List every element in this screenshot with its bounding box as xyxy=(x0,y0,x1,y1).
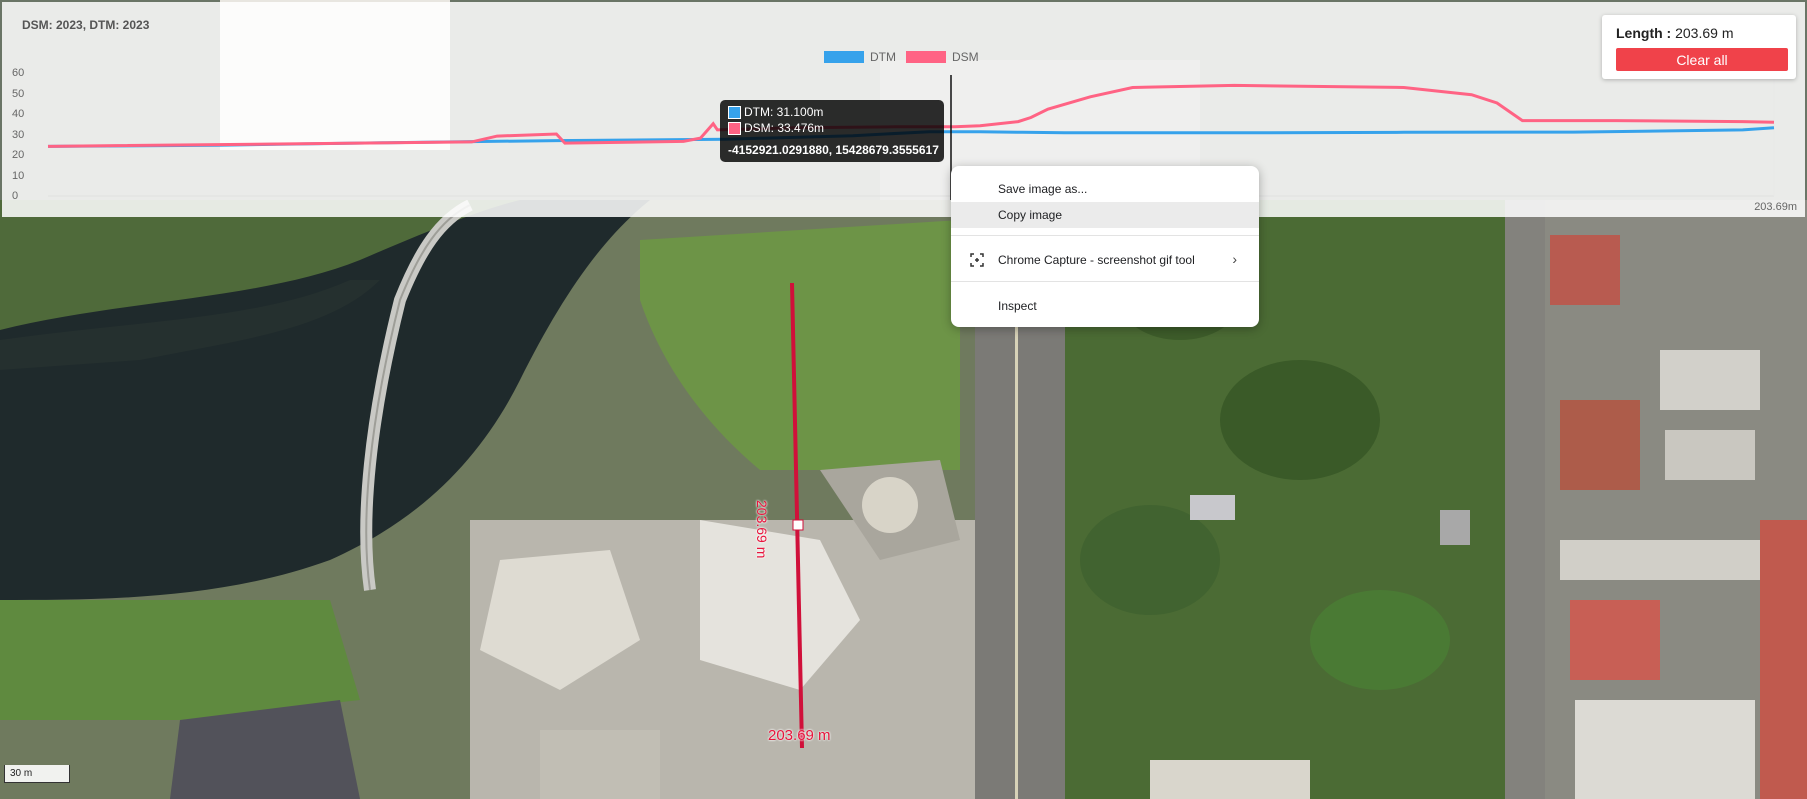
menu-separator xyxy=(951,281,1259,282)
tooltip-dsm-value: DSM: 33.476m xyxy=(744,121,825,135)
chevron-right-icon: › xyxy=(1232,251,1237,267)
menu-item-chrome-capture[interactable]: Chrome Capture - screenshot gif tool › xyxy=(951,247,1259,273)
menu-item-copy-image-label: Copy image xyxy=(998,208,1063,222)
tooltip-dsm-swatch xyxy=(728,121,741,135)
menu-item-inspect-label: Inspect xyxy=(998,299,1037,313)
length-panel: Length : 203.69 m Clear all xyxy=(1602,15,1796,79)
scale-bar-label: 30 m xyxy=(10,768,33,779)
menu-item-save-image-label: Save image as... xyxy=(998,182,1088,196)
length-readout: Length : 203.69 m xyxy=(1616,25,1733,41)
tooltip-dtm-swatch xyxy=(728,105,741,119)
menu-item-save-image[interactable]: Save image as... xyxy=(951,176,1259,202)
capture-extension-icon xyxy=(970,253,984,267)
scale-bar: 30 m xyxy=(4,765,70,783)
clear-all-button[interactable]: Clear all xyxy=(1616,48,1788,71)
measure-line-label: 203.69 m xyxy=(768,727,831,744)
length-value: 203.69 m xyxy=(1675,25,1734,41)
measure-segment-label: 203.69 m xyxy=(754,500,770,559)
tooltip-dtm-value: DTM: 31.100m xyxy=(744,105,824,119)
chart-tooltip: DTM: 31.100m DSM: 33.476m -4152921.02918… xyxy=(720,100,944,162)
tooltip-coordinates: -4152921.0291880, 15428679.3555617 xyxy=(728,143,939,157)
menu-item-inspect[interactable]: Inspect xyxy=(951,293,1259,319)
tooltip-dtm-row: DTM: 31.100m xyxy=(728,105,823,119)
tooltip-dsm-row: DSM: 33.476m xyxy=(728,121,824,135)
context-menu: Save image as... Copy image Chrome Captu… xyxy=(951,166,1259,327)
length-label: Length : xyxy=(1616,25,1672,41)
menu-separator xyxy=(951,235,1259,236)
menu-item-copy-image[interactable]: Copy image xyxy=(951,202,1259,228)
menu-item-chrome-capture-label: Chrome Capture - screenshot gif tool xyxy=(998,253,1195,267)
